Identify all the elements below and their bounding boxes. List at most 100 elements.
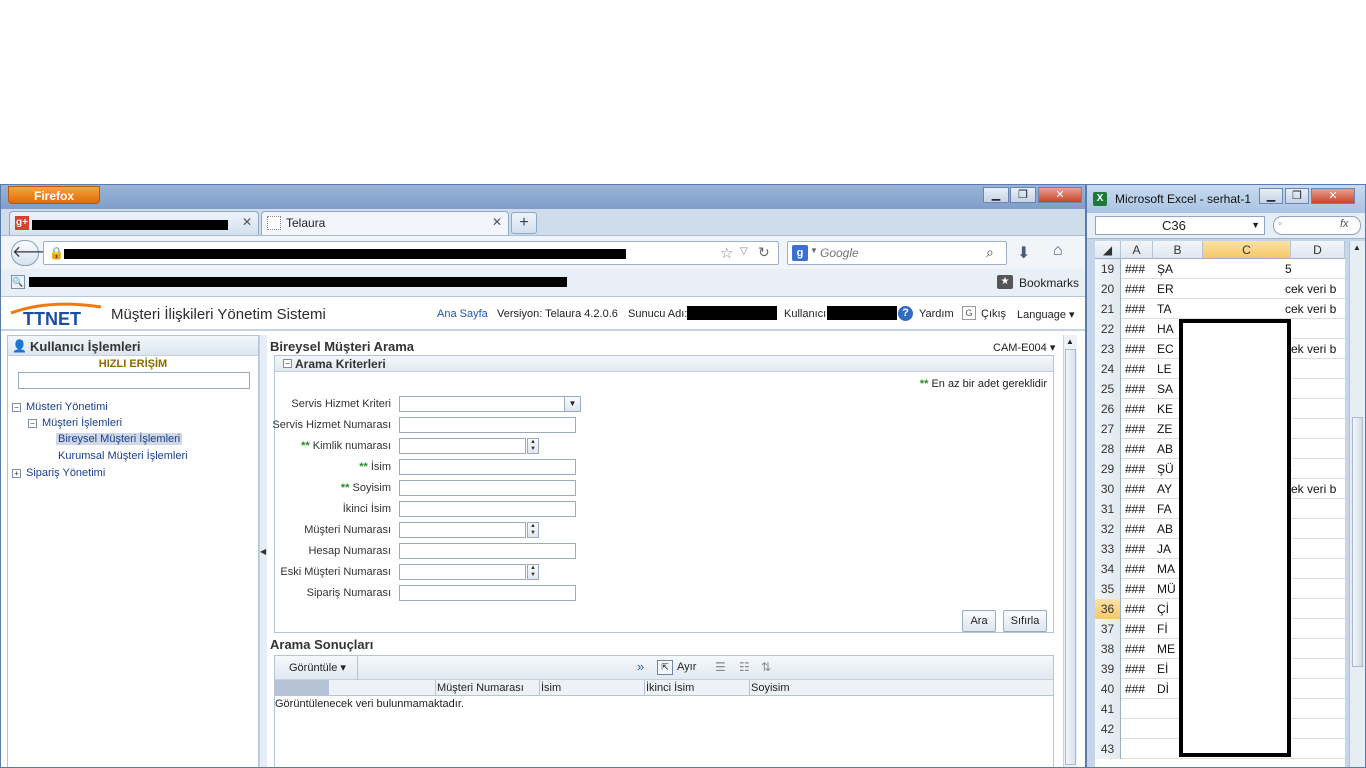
cell-d[interactable]: 5 xyxy=(1285,419,1345,439)
service-number-input[interactable] xyxy=(399,417,576,433)
sheet-row[interactable]: 20 ### ER cek veri b xyxy=(1095,279,1345,299)
reset-button[interactable]: Sıfırla xyxy=(1003,610,1047,632)
cell-a[interactable] xyxy=(1125,739,1153,759)
scroll-thumb[interactable] xyxy=(1065,349,1076,765)
cell-a[interactable]: ### xyxy=(1125,679,1153,699)
freeze-icon[interactable]: ☷ xyxy=(739,660,750,674)
cell-a[interactable]: ### xyxy=(1125,259,1153,279)
row-header[interactable]: 30 xyxy=(1095,479,1121,499)
scroll-up-icon[interactable]: ▲ xyxy=(1353,243,1361,252)
criteria-header[interactable]: − Arama Kriterleri xyxy=(275,356,1053,372)
scroll-up-icon[interactable]: ▲ xyxy=(1066,337,1074,346)
screen-code-dropdown[interactable]: CAM-E004 ▾ xyxy=(993,341,1055,354)
excel-close-button[interactable]: ✕ xyxy=(1311,188,1355,204)
cell-d[interactable]: 5 xyxy=(1285,359,1345,379)
cell-c[interactable] xyxy=(1207,299,1287,319)
scroll-thumb[interactable] xyxy=(1352,417,1363,667)
magnifier-page-icon[interactable]: 🔍 xyxy=(11,275,25,289)
spreadsheet-grid[interactable]: ◢ A B C D 19 ### ŞA 5 20 ### ER cek veri b 21 ###… xyxy=(1095,241,1345,767)
select-all-corner[interactable]: ◢ xyxy=(1095,241,1121,259)
engine-dropdown-icon[interactable]: ▼ xyxy=(810,246,818,255)
logout-link[interactable]: Çıkış xyxy=(981,308,1006,320)
cell-c[interactable] xyxy=(1207,279,1287,299)
col-header-b[interactable]: B xyxy=(1153,241,1203,259)
quick-access-input[interactable] xyxy=(18,372,250,389)
cell-a[interactable]: ### xyxy=(1125,579,1153,599)
customer-number-stepper[interactable]: ▲ ▼ xyxy=(527,522,539,538)
tab-google-plus[interactable]: g+ ✕ xyxy=(9,211,259,235)
col-middle-name[interactable]: İkinci İsim xyxy=(646,682,694,694)
col-first-name[interactable]: İsim xyxy=(541,682,561,694)
row-header[interactable]: 23 xyxy=(1095,339,1121,359)
col-header-c[interactable]: C xyxy=(1203,241,1291,259)
cell-d[interactable] xyxy=(1285,739,1345,759)
fx-icon[interactable]: fx xyxy=(1340,218,1349,230)
col-customer-number[interactable]: Müşteri Numarası xyxy=(437,682,524,694)
cell-d[interactable]: 2 xyxy=(1285,539,1345,559)
row-header[interactable]: 21 xyxy=(1095,299,1121,319)
collapse-arrow-icon[interactable]: ◀ xyxy=(260,547,266,556)
cell-a[interactable]: ### xyxy=(1125,299,1153,319)
cell-d[interactable]: 5 xyxy=(1285,379,1345,399)
back-button[interactable]: 🡐 xyxy=(11,240,55,266)
cell-d[interactable]: 5 xyxy=(1285,579,1345,599)
view-menu-button[interactable]: Görüntüle ▾ xyxy=(289,661,346,674)
cell-d[interactable]: 5 xyxy=(1285,559,1345,579)
cell-d[interactable] xyxy=(1285,599,1345,619)
cell-a[interactable]: ### xyxy=(1125,559,1153,579)
search-bar[interactable]: g ▼ ⌕ xyxy=(787,241,1007,265)
row-header[interactable]: 22 xyxy=(1095,319,1121,339)
row-header[interactable]: 35 xyxy=(1095,579,1121,599)
cell-d[interactable]: 5 xyxy=(1285,499,1345,519)
cell-a[interactable]: ### xyxy=(1125,419,1153,439)
history-dropdown-icon[interactable]: ▽ xyxy=(740,246,748,257)
close-tab-icon[interactable]: ✕ xyxy=(242,215,252,229)
cell-d[interactable]: 5 xyxy=(1285,519,1345,539)
cell-d[interactable]: 5 xyxy=(1285,319,1345,339)
row-header[interactable]: 34 xyxy=(1095,559,1121,579)
row-header[interactable]: 25 xyxy=(1095,379,1121,399)
detach-icon[interactable]: ⇱ xyxy=(657,660,673,675)
cell-a[interactable]: ### xyxy=(1125,479,1153,499)
cell-b[interactable]: ŞA xyxy=(1157,259,1197,279)
cell-d[interactable]: 5 xyxy=(1285,439,1345,459)
customer-number-input[interactable] xyxy=(399,522,526,538)
row-header[interactable]: 41 xyxy=(1095,699,1121,719)
expand-icon[interactable]: + xyxy=(12,469,21,478)
row-header[interactable]: 40 xyxy=(1095,679,1121,699)
cell-a[interactable]: ### xyxy=(1125,519,1153,539)
excel-scrollbar[interactable]: ▲ xyxy=(1349,241,1365,767)
cell-d[interactable] xyxy=(1285,699,1345,719)
row-header[interactable]: 24 xyxy=(1095,359,1121,379)
reload-icon[interactable]: ↻ xyxy=(758,244,770,261)
tree-item-individual-customers[interactable]: Bireysel Müşteri İşlemleri xyxy=(56,433,183,445)
url-bar[interactable]: 🔒 ☆ ▽ ↻ xyxy=(43,241,779,265)
cell-a[interactable]: ### xyxy=(1125,339,1153,359)
wrap-icon[interactable]: ☰ xyxy=(715,660,726,674)
home-link[interactable]: Ana Sayfa xyxy=(437,308,488,320)
cell-a[interactable]: ### xyxy=(1125,599,1153,619)
surname-input[interactable] xyxy=(399,480,576,496)
cell-d[interactable]: 4 xyxy=(1285,459,1345,479)
formula-input[interactable]: ◦ fx xyxy=(1273,216,1361,235)
cell-d[interactable]: 5 xyxy=(1285,399,1345,419)
excel-minimize-button[interactable]: ▁ xyxy=(1259,188,1283,204)
main-scrollbar[interactable]: ▲ xyxy=(1063,335,1077,767)
panel-splitter[interactable]: ◀ xyxy=(259,335,267,767)
row-header[interactable]: 38 xyxy=(1095,639,1121,659)
col-surname[interactable]: Soyisim xyxy=(751,682,790,694)
row-header[interactable]: 39 xyxy=(1095,659,1121,679)
cell-a[interactable]: ### xyxy=(1125,459,1153,479)
detach-button[interactable]: Ayır xyxy=(677,661,696,673)
row-header[interactable]: 32 xyxy=(1095,519,1121,539)
row-header[interactable]: 31 xyxy=(1095,499,1121,519)
first-name-input[interactable] xyxy=(399,459,576,475)
row-header[interactable]: 20 xyxy=(1095,279,1121,299)
cell-b[interactable]: ER xyxy=(1157,279,1197,299)
help-link[interactable]: Yardım xyxy=(919,308,954,320)
sheet-row[interactable]: 19 ### ŞA 5 xyxy=(1095,259,1345,279)
bookmarks-button[interactable]: Bookmarks xyxy=(1019,276,1079,290)
cell-c[interactable] xyxy=(1207,259,1287,279)
bookmark-star-icon[interactable]: ☆ xyxy=(720,244,733,262)
cell-a[interactable]: ### xyxy=(1125,499,1153,519)
